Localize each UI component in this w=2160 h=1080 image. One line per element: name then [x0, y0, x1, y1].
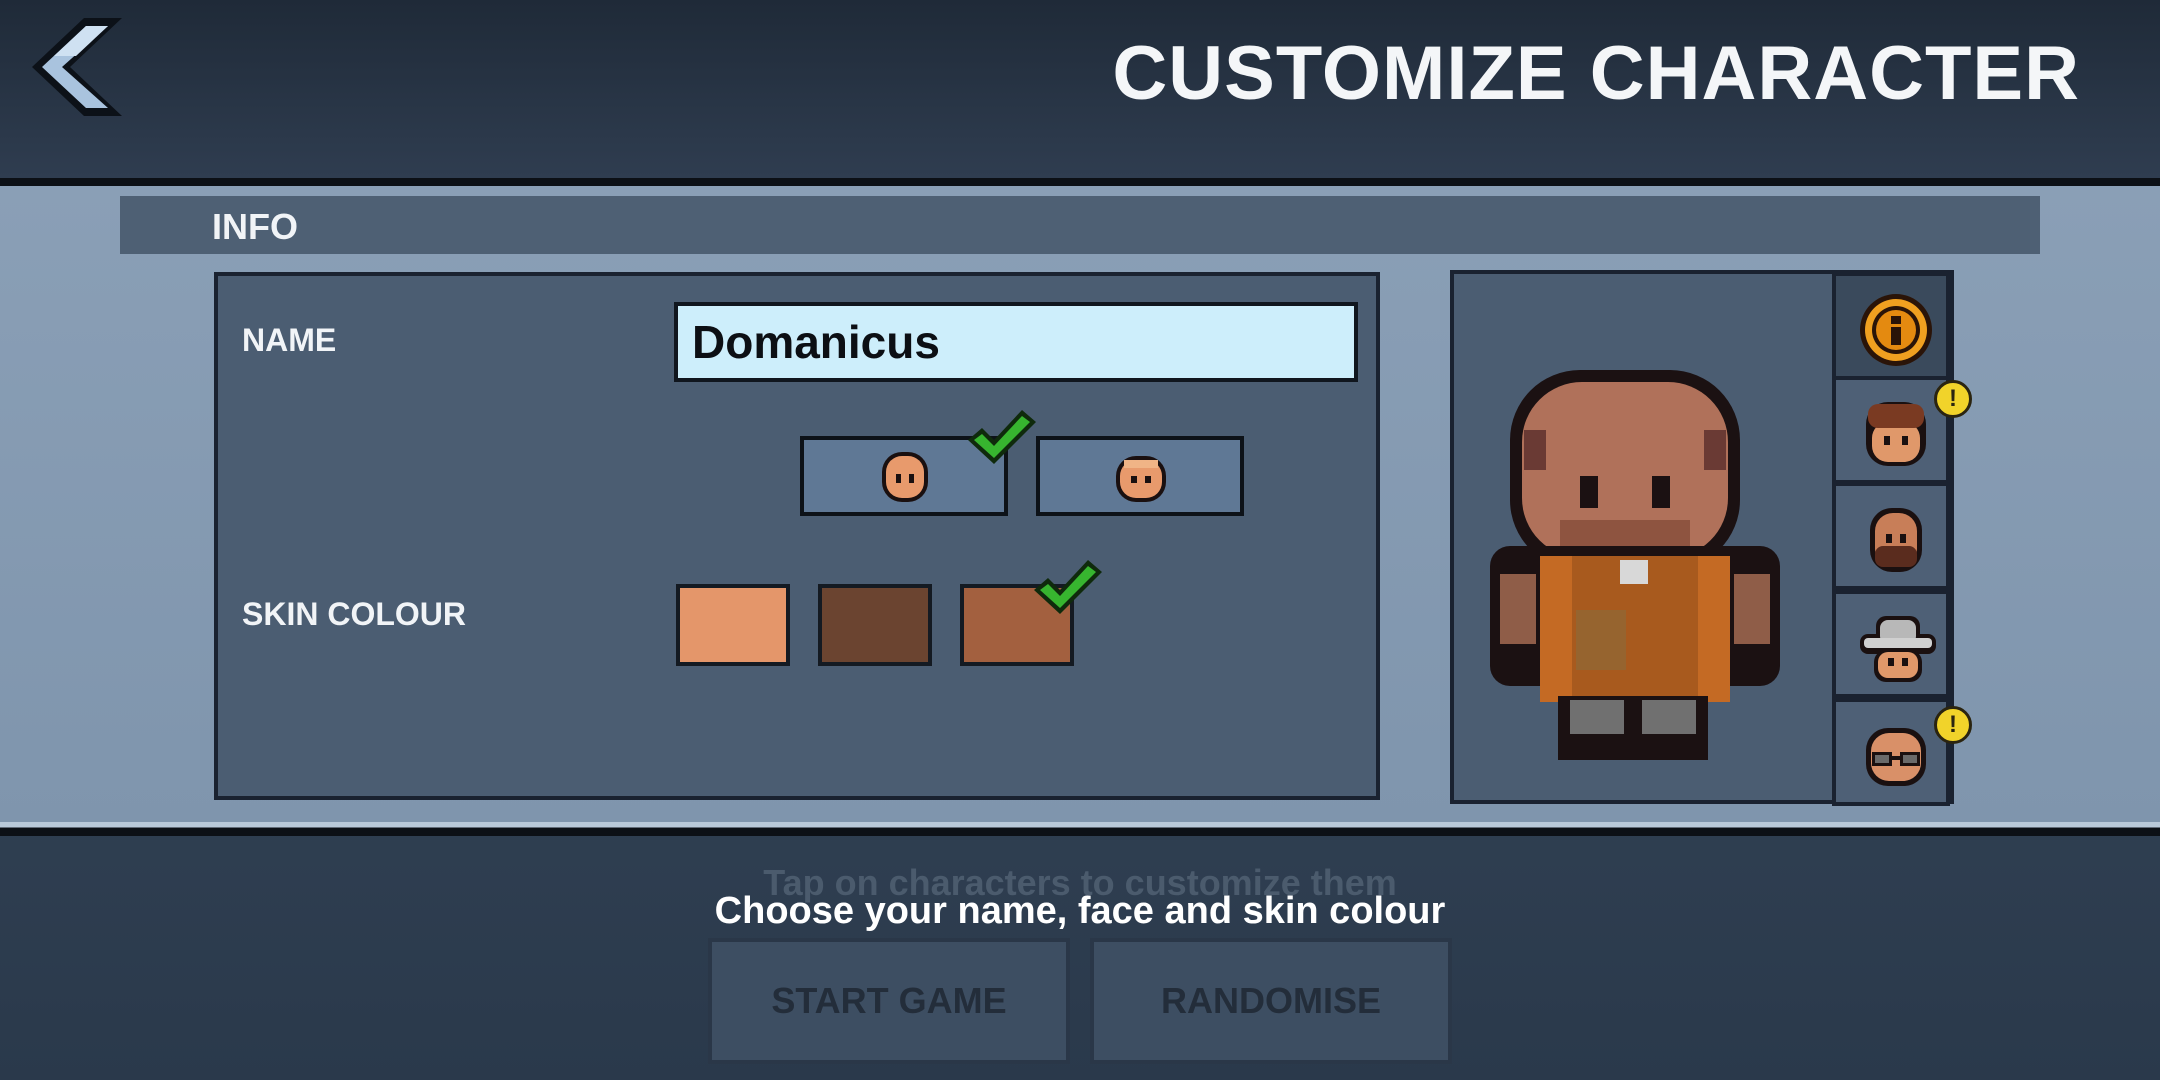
- info-section-bar: INFO: [120, 196, 2040, 254]
- glasses-head-icon: [1866, 728, 1926, 786]
- tab-character-1[interactable]: [1832, 376, 1950, 484]
- name-label: NAME: [242, 322, 337, 358]
- info-icon: [1860, 294, 1932, 366]
- chevron-left-icon: [32, 18, 122, 116]
- tab-character-3[interactable]: [1832, 590, 1950, 698]
- randomise-button[interactable]: RANDOMISE: [1090, 938, 1452, 1064]
- skin-swatch-light[interactable]: [676, 584, 790, 666]
- header-bar: CUSTOMIZE CHARACTER: [0, 0, 2160, 178]
- face-option-2[interactable]: [1036, 436, 1244, 516]
- character-preview: [1490, 370, 1780, 760]
- tab-character-2[interactable]: [1832, 482, 1950, 590]
- skin-swatch-dark[interactable]: [818, 584, 932, 666]
- back-button[interactable]: [14, 14, 126, 120]
- alert-badge: !: [1934, 380, 1972, 418]
- hat-head-icon: [1860, 616, 1936, 682]
- face-head-icon: [1116, 456, 1166, 502]
- info-section-label: INFO: [212, 206, 298, 247]
- face-head-icon: [882, 452, 928, 502]
- customize-screen: CUSTOMIZE CHARACTER INFO NAME SKIN COLOU…: [0, 0, 2160, 1080]
- page-title: CUSTOMIZE CHARACTER: [1112, 31, 2080, 116]
- name-input[interactable]: [674, 302, 1358, 382]
- curly-hair-head-icon: [1866, 402, 1926, 466]
- skin-selected-check-icon: [1034, 560, 1102, 614]
- tab-character-4[interactable]: [1832, 698, 1950, 806]
- bearded-head-icon: [1870, 508, 1922, 572]
- divider-top: [0, 178, 2160, 186]
- face-selected-check-icon: [968, 410, 1036, 464]
- skin-colour-label: SKIN COLOUR: [242, 596, 466, 632]
- divider-bottom: [0, 822, 2160, 836]
- start-game-button[interactable]: START GAME: [708, 938, 1070, 1064]
- hint-text: Choose your name, face and skin colour: [714, 890, 1446, 932]
- tab-info[interactable]: [1832, 272, 1950, 380]
- alert-badge: !: [1934, 706, 1972, 744]
